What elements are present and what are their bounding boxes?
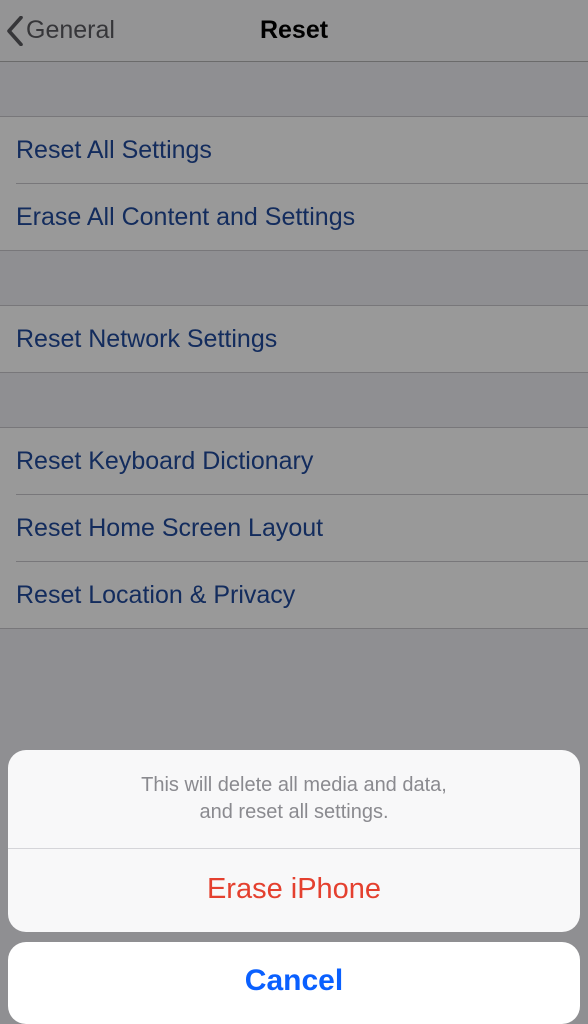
button-label: Erase iPhone — [207, 873, 381, 905]
action-sheet: This will delete all media and data, and… — [0, 750, 588, 1024]
cancel-button[interactable]: Cancel — [8, 942, 580, 1024]
erase-iphone-button[interactable]: Erase iPhone — [8, 849, 580, 932]
action-sheet-card: This will delete all media and data, and… — [8, 750, 580, 932]
message-line: This will delete all media and data, — [32, 772, 556, 799]
action-sheet-message: This will delete all media and data, and… — [8, 750, 580, 848]
message-line: and reset all settings. — [32, 799, 556, 826]
button-label: Cancel — [245, 964, 343, 997]
